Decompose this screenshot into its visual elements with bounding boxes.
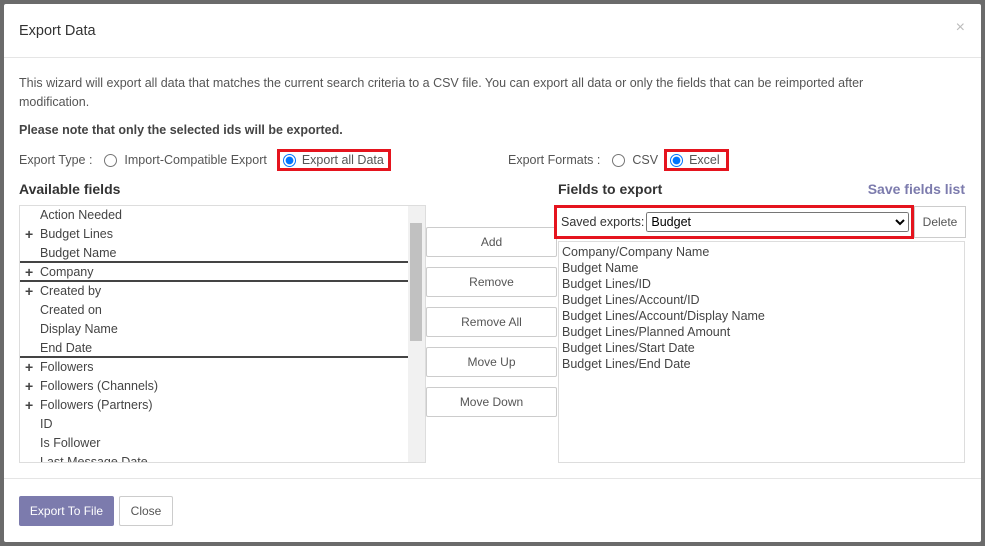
- available-field-item[interactable]: ID: [20, 415, 425, 434]
- delete-button[interactable]: Delete: [914, 206, 966, 238]
- available-field-item[interactable]: Created on: [20, 301, 425, 320]
- export-type-label: Export Type :: [19, 153, 93, 167]
- field-label: Followers (Partners): [40, 398, 153, 412]
- dialog-header: Export Data ×: [4, 4, 981, 58]
- field-label: Display Name: [40, 322, 118, 336]
- remove-all-button[interactable]: Remove All: [426, 307, 557, 337]
- expand-plus-icon[interactable]: +: [25, 358, 33, 377]
- export-to-file-button[interactable]: Export To File: [19, 496, 114, 526]
- excel-radio[interactable]: [670, 153, 684, 167]
- field-label: Followers (Channels): [40, 379, 159, 393]
- available-field-item[interactable]: Budget Name: [20, 244, 408, 263]
- dialog-title: Export Data: [19, 23, 96, 39]
- export-all-radio[interactable]: [282, 153, 296, 167]
- available-field-item[interactable]: + Followers (Partners): [20, 396, 425, 415]
- intro-text: This wizard will export all data that ma…: [19, 76, 864, 109]
- available-field-item[interactable]: + Budget Lines: [20, 225, 425, 244]
- expand-plus-icon[interactable]: +: [25, 377, 33, 396]
- export-field-item[interactable]: Budget Name: [559, 260, 964, 276]
- field-label: Budget Name: [40, 246, 117, 260]
- footer-divider: [4, 478, 981, 479]
- export-format-group: Export Formats : CSV Excel: [508, 149, 729, 171]
- export-field-item[interactable]: Budget Lines/Account/Display Name: [559, 308, 964, 324]
- fields-to-export-heading: Fields to export: [558, 181, 663, 197]
- available-field-item[interactable]: Display Name: [20, 320, 425, 339]
- field-label: Last Message Date: [40, 455, 148, 463]
- field-label: Created on: [40, 303, 102, 317]
- export-dialog: Export Data × This wizard will export al…: [4, 4, 981, 542]
- saved-exports-select[interactable]: Budget: [646, 212, 909, 232]
- move-down-button[interactable]: Move Down: [426, 387, 557, 417]
- field-label: Company: [40, 265, 94, 279]
- available-field-item[interactable]: Is Follower: [20, 434, 425, 453]
- expand-plus-icon[interactable]: +: [25, 396, 33, 415]
- remove-button[interactable]: Remove: [426, 267, 557, 297]
- export-field-item[interactable]: Budget Lines/Planned Amount: [559, 324, 964, 340]
- expand-plus-icon[interactable]: +: [25, 225, 33, 244]
- field-label: Created by: [40, 284, 102, 298]
- import-compatible-label: Import-Compatible Export: [124, 153, 267, 167]
- field-label: ID: [40, 417, 53, 431]
- available-field-item[interactable]: + Company: [20, 263, 408, 282]
- available-field-item[interactable]: + Followers: [20, 358, 425, 377]
- export-all-label: Export all Data: [301, 153, 384, 167]
- field-label: End Date: [40, 341, 93, 355]
- export-field-item[interactable]: Budget Lines/ID: [559, 276, 964, 292]
- available-field-item[interactable]: Last Message Date: [20, 453, 425, 463]
- export-field-item[interactable]: Budget Lines/Account/ID: [559, 292, 964, 308]
- export-field-item[interactable]: Company/Company Name: [559, 244, 964, 260]
- field-label: Budget Lines: [40, 227, 113, 241]
- saved-exports-label: Saved exports:: [561, 215, 645, 229]
- note-text: Please note that only the selected ids w…: [19, 123, 343, 137]
- available-field-item[interactable]: + Followers (Channels): [20, 377, 425, 396]
- available-fields-heading: Available fields: [19, 181, 121, 197]
- save-fields-list-link[interactable]: Save fields list: [868, 181, 965, 197]
- available-fields-list[interactable]: Action Needed + Budget Lines Budget Name + Co…: [19, 205, 426, 463]
- export-field-item[interactable]: Budget Lines/End Date: [559, 356, 964, 372]
- add-button[interactable]: Add: [426, 227, 557, 257]
- close-button[interactable]: Close: [119, 496, 173, 526]
- export-field-item[interactable]: Budget Lines/Start Date: [559, 340, 964, 356]
- excel-label: Excel: [689, 153, 720, 167]
- available-field-item[interactable]: End Date: [20, 339, 408, 358]
- csv-label: CSV: [632, 153, 659, 167]
- available-field-item[interactable]: Action Needed: [20, 206, 425, 225]
- field-label: Is Follower: [40, 436, 101, 450]
- scrollbar-thumb[interactable]: [410, 223, 422, 341]
- field-label: Action Needed: [40, 208, 123, 222]
- export-type-group: Export Type : Import-Compatible Export E…: [19, 149, 391, 171]
- close-icon[interactable]: ×: [956, 19, 965, 37]
- export-formats-label: Export Formats :: [508, 153, 601, 167]
- import-compatible-radio[interactable]: [104, 153, 118, 167]
- fields-to-export-list[interactable]: Company/Company Name Budget Name Budget Li…: [558, 241, 965, 463]
- available-field-item[interactable]: + Created by: [20, 282, 425, 301]
- saved-exports-group: Saved exports: Budget: [554, 205, 914, 239]
- csv-radio[interactable]: [612, 153, 626, 167]
- scrollbar[interactable]: [408, 206, 425, 462]
- field-label: Followers: [40, 360, 94, 374]
- expand-plus-icon[interactable]: +: [25, 263, 33, 282]
- move-up-button[interactable]: Move Up: [426, 347, 557, 377]
- expand-plus-icon[interactable]: +: [25, 282, 33, 301]
